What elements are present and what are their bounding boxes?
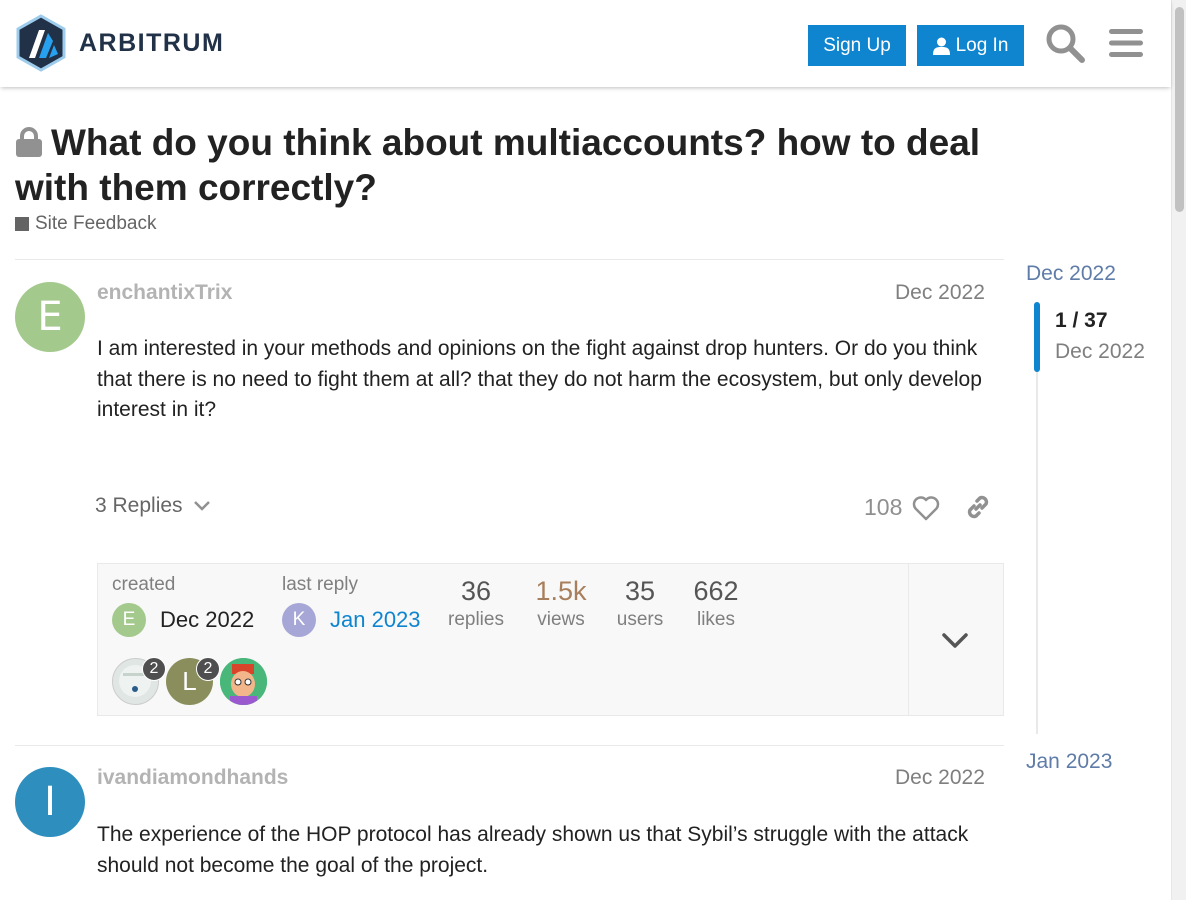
timeline-position: 1 / 37 <box>1055 309 1108 332</box>
category-badge[interactable]: Site Feedback <box>15 213 156 235</box>
avatar-letter: E <box>122 609 136 630</box>
divider <box>15 745 1004 746</box>
stat-value: 35 <box>624 576 656 606</box>
site-logo[interactable]: ARBITRUM <box>15 14 224 72</box>
avatar[interactable]: E <box>15 282 85 352</box>
last-reply-label: last reply <box>282 574 359 595</box>
stat-value: 662 <box>693 576 739 606</box>
lock-icon <box>16 127 42 157</box>
scrollbar-thumb[interactable] <box>1175 7 1184 212</box>
created-date[interactable]: Dec 2022 <box>160 607 254 633</box>
stat-views: 1.5k views <box>528 576 594 631</box>
topic-title: What do you think about multiaccounts? h… <box>15 120 1025 210</box>
last-reply-date[interactable]: Jan 2023 <box>330 607 421 633</box>
post-username[interactable]: enchantixTrix <box>97 281 232 305</box>
replies-label: 3 Replies <box>95 494 183 517</box>
stat-replies: 36 replies <box>446 576 506 631</box>
participant-post-count: 2 <box>142 657 166 681</box>
topic-title-text: What do you think about multiaccounts? h… <box>15 122 981 208</box>
cartoon-face-icon <box>220 658 267 705</box>
like-count: 108 <box>864 494 903 520</box>
link-icon <box>967 495 989 519</box>
chevron-down-icon <box>193 501 210 511</box>
avatar-letter: K <box>292 609 306 630</box>
logo-wordmark: ARBITRUM <box>79 28 225 57</box>
site-header: ARBITRUM Sign Up Log In <box>0 0 1171 87</box>
share-link-button[interactable] <box>964 493 992 521</box>
hamburger-menu-icon <box>1109 29 1143 57</box>
stat-likes: 662 likes <box>686 576 746 631</box>
timeline-end-date[interactable]: Jan 2023 <box>1026 750 1112 774</box>
avatar-letter: E <box>37 294 63 340</box>
person-icon <box>932 37 950 55</box>
hamburger-menu-button[interactable] <box>1104 20 1148 66</box>
stat-label: likes <box>696 609 735 630</box>
avatar-letter: I <box>44 779 56 825</box>
timeline-start-date[interactable]: Dec 2022 <box>1026 262 1116 286</box>
login-label: Log In <box>955 34 1009 56</box>
participant-post-count: 2 <box>196 657 220 681</box>
created-label: created <box>112 574 176 595</box>
page-scrollbar[interactable] <box>1171 0 1186 900</box>
post-username[interactable]: ivandiamondhands <box>97 766 288 790</box>
like-button[interactable]: 108 <box>864 494 940 521</box>
divider <box>15 259 1004 260</box>
stat-label: views <box>537 609 585 630</box>
stat-value: 1.5k <box>535 576 587 606</box>
topic-map-separator <box>908 564 909 715</box>
category-color-swatch <box>15 217 29 231</box>
post-body: The experience of the HOP protocol has a… <box>97 823 969 877</box>
signup-button[interactable]: Sign Up <box>808 25 906 66</box>
post-date[interactable]: Dec 2022 <box>895 281 985 305</box>
post-date[interactable]: Dec 2022 <box>895 766 985 790</box>
avatar[interactable]: K <box>282 603 316 637</box>
login-button[interactable]: Log In <box>917 25 1024 66</box>
category-name: Site Feedback <box>35 213 157 234</box>
timeline-handle[interactable] <box>1034 302 1040 372</box>
participant-avatar[interactable] <box>220 658 267 705</box>
stat-value: 36 <box>460 576 492 606</box>
post-body: I am interested in your methods and opin… <box>97 337 982 421</box>
chevron-down-icon[interactable] <box>940 626 970 656</box>
search-button[interactable] <box>1043 20 1087 66</box>
post-actions: 3 Replies 108 <box>95 490 995 526</box>
avatar[interactable]: I <box>15 767 85 837</box>
timeline-position-date: Dec 2022 <box>1055 340 1145 363</box>
stat-label: replies <box>448 609 504 630</box>
arbitrum-logo-icon <box>16 14 66 72</box>
topic-map: created E Dec 2022 last reply K Jan 2023… <box>97 563 1004 716</box>
stat-label: users <box>616 609 664 630</box>
avatar[interactable]: E <box>112 603 146 637</box>
avatar-letter: L <box>182 666 197 696</box>
show-replies-button[interactable]: 3 Replies <box>95 494 211 518</box>
stat-users: 35 users <box>612 576 668 631</box>
search-icon <box>1046 24 1085 63</box>
heart-icon <box>913 495 940 520</box>
